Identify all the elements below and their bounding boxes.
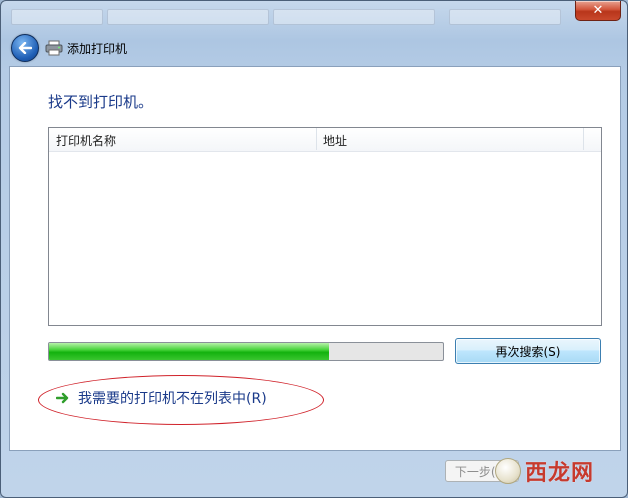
add-printer-window: ✕ 添加打印机 找不到打印机。 打印机名称 地址 再次搜索(S) 我需要的打印机… [0,0,628,498]
background-window-tab [107,9,269,25]
search-again-button[interactable]: 再次搜索(S) [455,338,601,364]
title-bar: ✕ [1,1,627,31]
search-again-label: 再次搜索(S) [495,344,561,359]
column-divider[interactable] [316,128,317,150]
back-arrow-icon [18,42,32,54]
watermark-logo [495,458,521,484]
watermark-text: 西龙网 [525,460,595,486]
close-icon: ✕ [592,3,604,18]
navigation-bar: 添加打印机 [9,31,621,65]
column-divider[interactable] [583,128,584,150]
printer-icon [45,40,63,56]
content-pane: 找不到打印机。 打印机名称 地址 再次搜索(S) 我需要的打印机不在列表中(R) [9,66,621,451]
watermark: 西龙网 [495,455,594,487]
background-window-tab [449,9,561,25]
background-window-tab [273,9,435,25]
window-title: 添加打印机 [67,42,128,56]
printer-not-listed-label: 我需要的打印机不在列表中(R) [78,391,267,407]
search-progress-bar [48,342,444,361]
column-header-address[interactable]: 地址 [323,132,347,149]
back-button[interactable] [11,34,39,62]
printer-list[interactable]: 打印机名称 地址 [48,127,602,326]
footer-bar: 下一步(N) 西龙网 [1,451,627,497]
progress-fill [49,343,329,360]
list-header: 打印机名称 地址 [49,128,601,152]
close-button[interactable]: ✕ [575,1,621,21]
background-window-tab [11,9,103,25]
green-arrow-icon [56,392,69,404]
printer-not-listed-link[interactable]: 我需要的打印机不在列表中(R) [56,388,267,408]
page-heading: 找不到打印机。 [48,93,154,111]
column-header-printer-name[interactable]: 打印机名称 [56,132,116,149]
